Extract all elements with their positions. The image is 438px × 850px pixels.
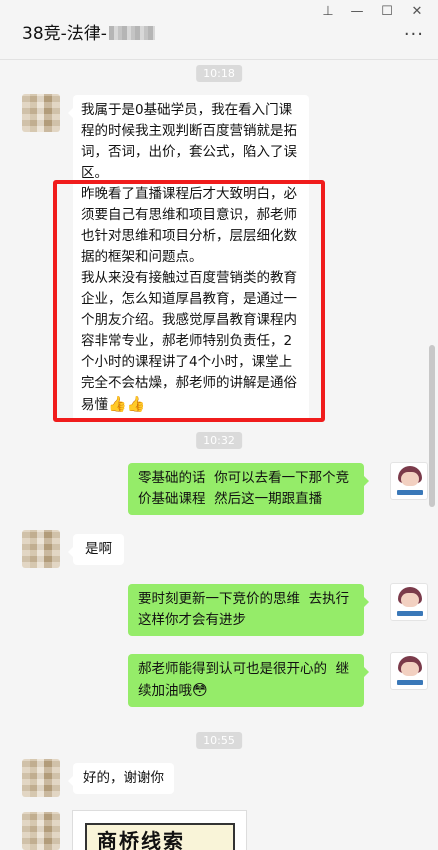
message-bubble-sent[interactable]: 要时刻更新一下竞价的思维 去执行 这样你才会有进步 [128, 584, 369, 636]
image-message-text: 商桥线索 [97, 829, 185, 850]
message-text: 零基础的话 你可以去看一下那个竞价基础课程 然后这一期跟直播 [138, 470, 350, 507]
message-text: 我属于是0基础学员，我在看入门课程的时候我主观判断百度营销就是拓词，否词，出价，… [81, 102, 297, 181]
avatar-caption [397, 611, 423, 616]
timestamp: 10:32 [196, 432, 242, 449]
timestamp: 10:18 [196, 65, 242, 82]
message-bubble-received[interactable]: 好的，谢谢你 [68, 763, 174, 794]
avatar[interactable] [22, 530, 60, 568]
maximize-icon[interactable]: ☐ [376, 2, 398, 22]
message-bubble-received[interactable]: 是啊 [68, 534, 124, 565]
minimize-icon[interactable]: — [346, 2, 368, 22]
chat-title-text: 38竞-法律- [22, 24, 107, 44]
message-text: 是啊 [85, 541, 112, 557]
more-icon[interactable]: ··· [404, 24, 424, 45]
flushed-face-icon: 😳 [192, 681, 208, 699]
chat-header: 38竞-法律- ⊥ — ☐ ✕ ··· [0, 0, 438, 60]
highlight-box [53, 180, 325, 422]
scrollbar[interactable] [429, 345, 435, 507]
pin-icon[interactable]: ⊥ [317, 2, 339, 22]
message-bubble-sent[interactable]: 零基础的话 你可以去看一下那个竞价基础课程 然后这一期跟直播 [128, 463, 369, 515]
avatar-caption [397, 680, 423, 685]
avatar[interactable] [390, 652, 428, 690]
image-message[interactable]: 商桥线索 [72, 810, 247, 850]
message-text: 要时刻更新一下竞价的思维 去执行 这样你才会有进步 [138, 591, 358, 628]
avatar[interactable] [22, 759, 60, 797]
message-bubble-sent[interactable]: 郝老师能得到认可也是很开心的 继续加油哦😳 [128, 654, 369, 707]
avatar[interactable] [22, 812, 60, 850]
message-text: 郝老师能得到认可也是很开心的 继续加油哦😳 [138, 659, 354, 702]
redacted-name [108, 26, 155, 40]
timestamp: 10:55 [196, 732, 242, 749]
message-text-part: 郝老师能得到认可也是很开心的 继续加油哦 [138, 661, 350, 699]
avatar-caption [397, 490, 423, 495]
message-text: 好的，谢谢你 [83, 770, 164, 786]
avatar[interactable] [390, 583, 428, 621]
avatar[interactable] [390, 462, 428, 500]
chat-title: 38竞-法律- [22, 19, 155, 44]
close-icon[interactable]: ✕ [406, 2, 428, 22]
avatar-face [401, 662, 419, 676]
avatar[interactable] [22, 94, 60, 132]
avatar-face [401, 472, 419, 486]
avatar-face [401, 593, 419, 607]
